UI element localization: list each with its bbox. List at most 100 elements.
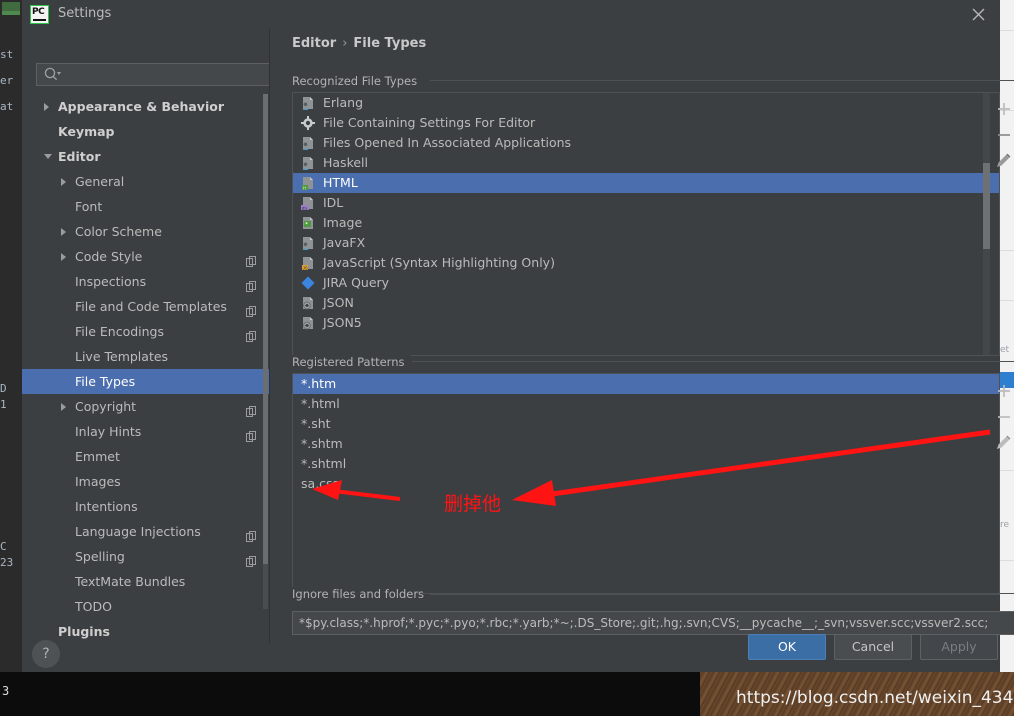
chevron-right-icon[interactable] [61, 403, 66, 411]
copy-icon[interactable] [246, 300, 256, 317]
sidebar-item-editor[interactable]: Editor [22, 144, 269, 169]
haskell-file-icon [301, 156, 315, 170]
file-type-name: JavaScript (Syntax Highlighting Only) [323, 255, 555, 270]
sidebar-item-intentions[interactable]: Intentions [22, 494, 269, 519]
file-type-row[interactable]: Files Opened In Associated Applications [293, 133, 999, 153]
copy-icon[interactable] [246, 400, 256, 417]
ignore-files-input[interactable]: *$py.class;*.hprof;*.pyc;*.pyo;*.rbc;*.y… [292, 611, 1014, 635]
ok-button[interactable]: OK [748, 634, 826, 660]
recognized-file-types-list[interactable]: Erlang File Containing Settings For Edito… [292, 92, 1000, 356]
associated-file-icon [301, 136, 315, 150]
copy-icon[interactable] [246, 425, 256, 442]
file-type-row[interactable]: JIRA Query [293, 273, 999, 293]
file-type-row[interactable]: JSON [293, 293, 999, 313]
add-pattern-button[interactable] [986, 378, 1014, 404]
recognized-list-scrollbar-thumb[interactable] [983, 163, 990, 249]
sidebar-scrollbar-thumb[interactable] [263, 94, 268, 564]
registered-patterns-toolbar [986, 378, 1014, 456]
apply-button[interactable]: Apply [920, 634, 998, 660]
sidebar-item-todo[interactable]: TODO [22, 594, 269, 619]
sidebar-item-label: General [75, 174, 125, 189]
sidebar-item-file-encodings[interactable]: File Encodings [22, 319, 269, 344]
chevron-right-icon[interactable] [61, 228, 66, 236]
image-file-icon [301, 216, 315, 230]
sidebar-item-inspections[interactable]: Inspections [22, 269, 269, 294]
sidebar-item-inlay-hints[interactable]: Inlay Hints [22, 419, 269, 444]
sidebar-item-label: Appearance & Behavior [58, 99, 224, 114]
search-input[interactable] [36, 63, 270, 86]
breadcrumb: Editor › File Types [292, 36, 426, 51]
file-type-row[interactable]: Haskell [293, 153, 999, 173]
js-file-icon: JS [301, 256, 315, 270]
cancel-button[interactable]: Cancel [834, 634, 912, 660]
sidebar-item-images[interactable]: Images [22, 469, 269, 494]
chevron-right-icon[interactable] [61, 253, 66, 261]
sidebar-item-color-scheme[interactable]: Color Scheme [22, 219, 269, 244]
sidebar-item-label: Spelling [75, 549, 125, 564]
chevron-down-icon[interactable] [44, 154, 52, 159]
pycharm-icon-bar [33, 19, 46, 21]
registered-patterns-list[interactable]: *.htm *.html *.sht *.shtm *.shtml sa,css [292, 373, 1000, 595]
copy-icon[interactable] [246, 550, 256, 567]
background-fragment: er [0, 74, 14, 87]
sidebar-item-plugins[interactable]: Plugins [22, 619, 269, 644]
sidebar-item-textmate-bundles[interactable]: TextMate Bundles [22, 569, 269, 594]
file-type-row[interactable]: Erlang [293, 93, 999, 113]
sidebar-item-file-types[interactable]: File Types [22, 369, 269, 394]
help-button[interactable]: ? [32, 640, 60, 668]
sidebar-item-label: Code Style [75, 249, 143, 264]
pattern-row[interactable]: *.sht [293, 414, 999, 434]
edit-file-type-button[interactable] [986, 148, 1014, 174]
pattern-row[interactable]: *.shtm [293, 434, 999, 454]
pattern-row[interactable]: *.htm [293, 374, 999, 394]
file-type-row[interactable]: IDL IDL [293, 193, 999, 213]
settings-tree[interactable]: Appearance & Behavior Keymap Editor General… [22, 94, 269, 672]
remove-pattern-button[interactable] [986, 404, 1014, 430]
page-title: File Types [353, 36, 427, 51]
chevron-right-icon[interactable] [44, 103, 49, 111]
sidebar-item-code-style[interactable]: Code Style [22, 244, 269, 269]
background-rule [1000, 470, 1014, 471]
sidebar-item-font[interactable]: Font [22, 194, 269, 219]
file-type-name: Files Opened In Associated Applications [323, 135, 572, 150]
chevron-right-icon[interactable] [61, 178, 66, 186]
sidebar-item-general[interactable]: General [22, 169, 269, 194]
remove-file-type-button[interactable] [986, 122, 1014, 148]
breadcrumb-parent[interactable]: Editor [292, 36, 336, 51]
background-green-bar [2, 2, 20, 11]
file-type-row[interactable]: JSON5 [293, 313, 999, 333]
copy-icon[interactable] [246, 275, 256, 292]
search-icon[interactable] [44, 67, 61, 86]
file-type-row[interactable]: File Containing Settings For Editor [293, 113, 999, 133]
file-type-name: JIRA Query [323, 275, 390, 290]
sidebar-item-emmet[interactable]: Emmet [22, 444, 269, 469]
sidebar-item-copyright[interactable]: Copyright [22, 394, 269, 419]
sidebar-scrollbar[interactable] [263, 94, 268, 609]
sidebar-item-file-and-code-templates[interactable]: File and Code Templates [22, 294, 269, 319]
close-icon[interactable] [957, 0, 1000, 28]
copy-icon[interactable] [246, 250, 256, 267]
sidebar-item-language-injections[interactable]: Language Injections [22, 519, 269, 544]
file-type-row[interactable]: Image [293, 213, 999, 233]
pattern-row[interactable]: *.shtml [293, 454, 999, 474]
pattern-row[interactable]: sa,css [293, 474, 999, 494]
edit-pattern-button[interactable] [986, 430, 1014, 456]
recognized-file-types-rows[interactable]: Erlang File Containing Settings For Edito… [293, 93, 999, 333]
file-type-row[interactable]: H HTML [293, 173, 999, 193]
sidebar-item-appearance-behavior[interactable]: Appearance & Behavior [22, 94, 269, 119]
sidebar-item-label: Inlay Hints [75, 424, 142, 439]
copy-icon[interactable] [246, 325, 256, 342]
background-fragment: et [1000, 345, 1010, 355]
screen-root: st er at D 1 C 23 et re 3 PC Settings Ap… [0, 0, 1014, 716]
registered-patterns-rows[interactable]: *.htm *.html *.sht *.shtm *.shtml sa,css [293, 374, 999, 494]
pattern-row[interactable]: *.html [293, 394, 999, 414]
file-type-row[interactable]: JavaFX [293, 233, 999, 253]
sidebar-item-live-templates[interactable]: Live Templates [22, 344, 269, 369]
add-file-type-button[interactable] [986, 96, 1014, 122]
sidebar-item-spelling[interactable]: Spelling [22, 544, 269, 569]
file-type-row[interactable]: JS JavaScript (Syntax Highlighting Only) [293, 253, 999, 273]
copy-icon[interactable] [246, 525, 256, 542]
ignore-files-label: Ignore files and folders [292, 587, 431, 601]
ignore-group-line [422, 593, 1014, 594]
sidebar-item-keymap[interactable]: Keymap [22, 119, 269, 144]
